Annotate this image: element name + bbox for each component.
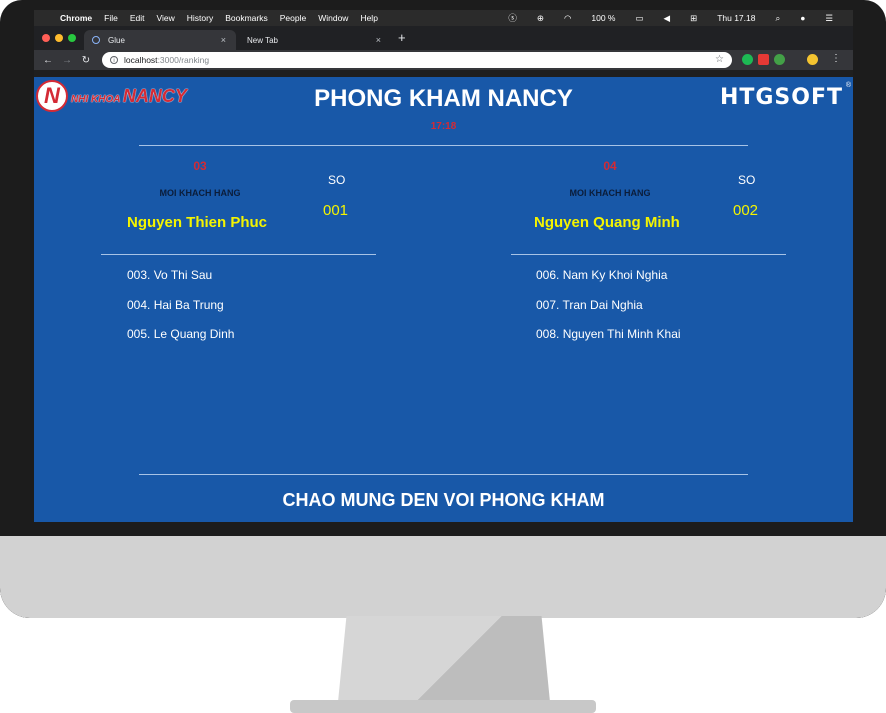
notification-center-icon[interactable]: ☰ [825,13,833,24]
tab-new-tab-label: New Tab [247,35,278,45]
welcome-footer: CHAO MUNG DEN VOI PHONG KHAM [282,490,605,510]
list-item: 007. Tran Dai Nghia [536,297,643,312]
skype-icon[interactable]: ⓢ [508,12,517,24]
wifi-icon[interactable]: ◠ [564,13,571,24]
chrome-menu-icon[interactable]: ⋮ [831,53,841,64]
invite-label: MOI KHACH HANG [159,188,241,198]
browser-toolbar: ← → ↻ i localhost:3000/ranking ☆ ⋮ [34,50,853,70]
list-item: 003. Vo Thi Sau [127,268,213,282]
current-ticket-number: 002 [733,202,759,219]
menu-file[interactable]: File [104,13,118,23]
menubar-status-area: ⓢ ⊕ ◠ 100 % ▭ ◀ ⊞ Thu 17.18 ⌕ ● ☰ [500,10,845,26]
window-controls [42,34,81,42]
input-source-icon[interactable]: ⊞ [690,13,697,24]
room-number: 04 [603,159,617,173]
registered-mark: ® [845,82,851,89]
invite-label: MOI KHACH HANG [569,188,651,198]
tab-new-tab[interactable]: New Tab × [239,30,391,50]
close-window-button[interactable] [42,34,50,42]
extension-icon[interactable] [774,54,785,65]
current-time: 17:18 [430,121,457,132]
menu-bookmarks[interactable]: Bookmarks [225,13,268,23]
monitor-chin [0,536,886,618]
site-info-icon[interactable]: i [110,56,118,64]
footer-divider [139,474,748,475]
address-bar[interactable]: i localhost:3000/ranking ☆ [102,52,732,68]
favicon-icon [92,36,100,44]
list-item: 006. Nam Ky Khoi Nghia [536,268,668,282]
sync-icon[interactable]: ⊕ [537,13,544,24]
menu-window[interactable]: Window [318,13,348,23]
current-patient-name: Nguyen Quang Minh [534,214,680,231]
screen: Chrome File Edit View History Bookmarks … [34,10,853,522]
url-host: localhost [124,55,158,65]
url-path: :3000/ranking [157,55,210,65]
room-divider [511,254,786,255]
tab-close-icon[interactable]: × [221,35,226,45]
so-label: SO [328,173,346,187]
ranking-page: N NHI KHOA NANCY PHONG KHAM NANCY 17:18 … [34,77,853,522]
waiting-queue: 003. Vo Thi Sau 004. Hai Ba Trung 005. L… [127,268,234,357]
menu-view[interactable]: View [156,13,174,23]
htgsoft-logo: HTGSOFT [719,85,843,110]
so-label: SO [738,173,756,187]
menu-app-name[interactable]: Chrome [60,13,92,23]
volume-icon[interactable]: ◀ [664,13,671,24]
menu-edit[interactable]: Edit [130,13,145,23]
tab-glue[interactable]: Glue × [84,30,236,50]
list-item: 004. Hai Ba Trung [127,297,224,312]
header-divider [139,145,748,146]
menu-history[interactable]: History [187,13,213,23]
monitor-stand [338,616,550,702]
room-divider [101,254,376,255]
browser-tab-strip: Glue × New Tab × + [34,26,853,50]
battery-icon[interactable]: ▭ [635,13,643,24]
menu-people[interactable]: People [280,13,306,23]
reload-icon[interactable]: ↻ [81,55,91,66]
siri-icon[interactable]: ● [800,13,805,23]
list-item: 008. Nguyen Thi Minh Khai [536,327,681,341]
waiting-queue: 006. Nam Ky Khoi Nghia 007. Tran Dai Ngh… [536,268,681,357]
profile-avatar[interactable] [807,54,818,65]
imac-monitor: Chrome File Edit View History Bookmarks … [0,0,886,618]
monitor-base [290,700,596,713]
tab-glue-label: Glue [108,35,125,45]
new-tab-button[interactable]: + [398,30,406,45]
spotlight-search-icon[interactable]: ⌕ [775,13,780,24]
spotify-extension-icon[interactable] [742,54,753,65]
current-ticket-number: 001 [323,202,349,219]
zoom-window-button[interactable] [68,34,76,42]
bookmark-star-icon[interactable]: ☆ [715,54,724,65]
macos-menubar: Chrome File Edit View History Bookmarks … [34,10,853,26]
recording-extension-icon[interactable] [758,54,769,65]
room-number: 03 [193,159,207,173]
clock-label[interactable]: Thu 17.18 [717,13,755,23]
current-patient-name: Nguyen Thien Phuc [127,214,268,231]
menu-help[interactable]: Help [360,13,377,23]
list-item: 005. Le Quang Dinh [127,327,235,341]
back-arrow-icon[interactable]: ← [43,55,53,66]
battery-label[interactable]: 100 % [591,13,615,23]
minimize-window-button[interactable] [55,34,63,42]
forward-arrow-icon[interactable]: → [62,55,72,66]
tab-close-icon[interactable]: × [376,35,381,45]
